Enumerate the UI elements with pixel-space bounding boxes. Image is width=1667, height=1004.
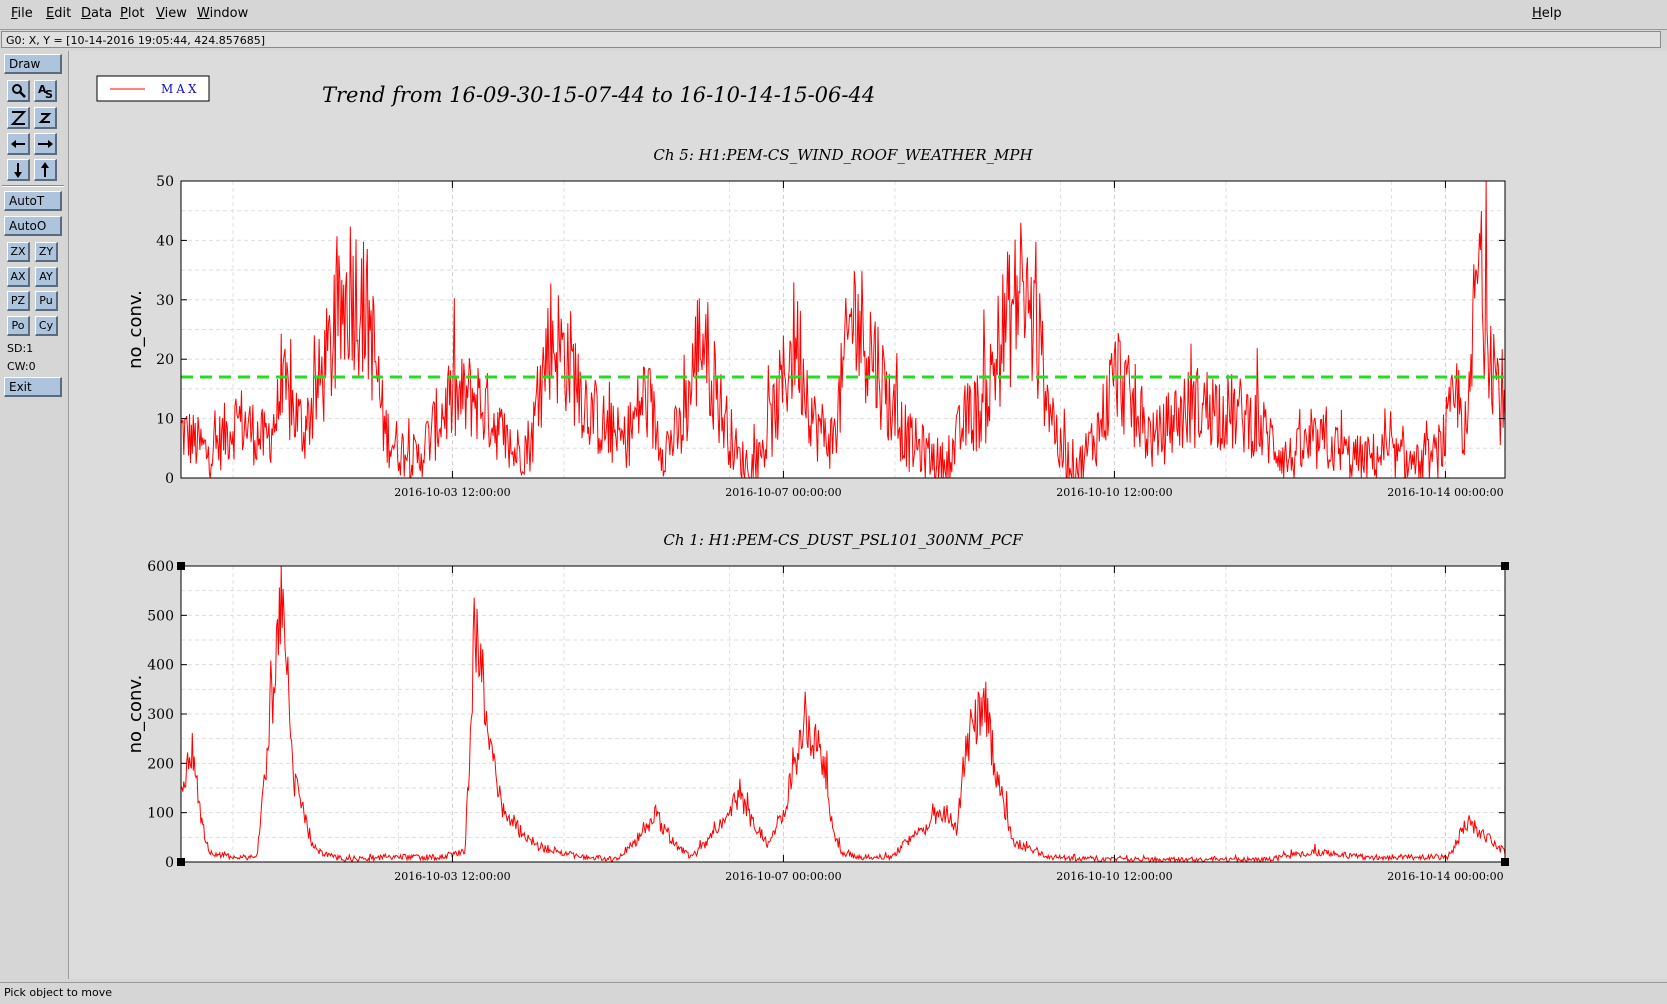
y-tick-label: 200 (147, 756, 174, 772)
sd-readout: SD:1 (7, 342, 34, 355)
plot-area[interactable]: MAX Trend from 16-09-30-15-07-44 to 16-1… (69, 51, 1667, 979)
draw-button[interactable]: Draw (4, 54, 62, 74)
y-tick-label: 0 (165, 471, 174, 487)
ay-button[interactable]: AY (35, 267, 58, 287)
y-tick-label: 10 (156, 412, 174, 428)
x-tick-label: 2016-10-14 00:00:00 (1387, 486, 1503, 499)
x-tick-label: 2016-10-07 00:00:00 (725, 870, 841, 883)
autot-button[interactable]: AutoT (4, 191, 62, 211)
menu-plot[interactable]: Plot (120, 6, 145, 21)
cy-button[interactable]: Cy (35, 316, 58, 336)
x-tick-label: 2016-10-03 12:00:00 (394, 486, 510, 499)
selection-handle[interactable] (177, 562, 185, 570)
legend[interactable]: MAX (96, 75, 210, 102)
y-tick-label: 500 (147, 608, 174, 624)
arrow-down-icon[interactable] (7, 159, 30, 181)
x-tick-label: 2016-10-10 12:00:00 (1056, 870, 1172, 883)
legend-label: MAX (161, 82, 200, 96)
cw-readout: CW:0 (7, 360, 36, 373)
y-axis-label: no_conv. (125, 675, 146, 754)
chart-title: Ch 1: H1:PEM-CS_DUST_PSL101_300NM_PCF (663, 531, 1023, 549)
autoo-button[interactable]: AutoO (4, 216, 62, 236)
menu-view[interactable]: View (156, 6, 187, 21)
tool-panel: Draw AS AutoT AutoO ZX ZY AX AY PZ Pu Po… (0, 51, 69, 979)
zy-button[interactable]: ZY (35, 242, 58, 262)
zoom-icon[interactable] (7, 80, 30, 102)
pz-button[interactable]: PZ (7, 291, 30, 311)
status-bar: Pick object to move (0, 982, 1667, 1004)
selection-handle[interactable] (1501, 562, 1509, 570)
x-tick-label: 2016-10-14 00:00:00 (1387, 870, 1503, 883)
zoom-in-icon[interactable] (7, 107, 30, 129)
text-icon[interactable]: AS (34, 80, 57, 102)
y-tick-label: 300 (147, 707, 174, 723)
exit-button[interactable]: Exit (4, 377, 62, 397)
y-tick-label: 20 (156, 352, 174, 368)
y-tick-label: 100 (147, 806, 174, 822)
selection-handle[interactable] (177, 858, 185, 866)
selection-handle[interactable] (1501, 858, 1509, 866)
y-axis-label: no_conv. (125, 290, 146, 369)
x-tick-label: 2016-10-07 00:00:00 (725, 486, 841, 499)
page-title: Trend from 16-09-30-15-07-44 to 16-10-14… (322, 83, 875, 107)
y-tick-label: 400 (147, 658, 174, 674)
po-button[interactable]: Po (7, 316, 30, 336)
y-tick-label: 50 (156, 174, 174, 190)
charts-layer: 0 10 20 30 40 50 2016-10-03 12:00:00 2016-10-07… (125, 146, 1509, 883)
y-tick-label: 30 (156, 293, 174, 309)
zx-button[interactable]: ZX (7, 242, 30, 262)
arrow-up-icon[interactable] (34, 159, 57, 181)
y-tick-label: 40 (156, 233, 174, 249)
ax-button[interactable]: AX (7, 267, 30, 287)
y-tick-label: 600 (147, 559, 174, 575)
arrow-right-icon[interactable] (34, 133, 57, 155)
chart-1[interactable]: 0 10 20 30 40 50 2016-10-03 12:00:00 2016-10-07… (125, 146, 1506, 499)
svg-text:S: S (45, 88, 53, 101)
chart-title: Ch 5: H1:PEM-CS_WIND_ROOF_WEATHER_MPH (653, 146, 1033, 164)
y-tick-label: 0 (165, 855, 174, 871)
arrow-left-icon[interactable] (7, 133, 30, 155)
zoom-out-icon[interactable] (34, 107, 57, 129)
menu-data[interactable]: Data (81, 6, 112, 21)
x-tick-label: 2016-10-10 12:00:00 (1056, 486, 1172, 499)
plot-canvas[interactable]: MAX Trend from 16-09-30-15-07-44 to 16-1… (69, 51, 1667, 979)
chart-2[interactable]: 0 100 200 300 400 500 600 2016-10-03 12:00:00 20… (125, 531, 1509, 883)
menu-bar: File Edit Data Plot View Window Help (0, 0, 1667, 30)
menu-window[interactable]: Window (197, 6, 248, 21)
coordinate-readout: G0: X, Y = [10-14-2016 19:05:44, 424.857… (1, 31, 1661, 48)
menu-file[interactable]: File (11, 6, 33, 21)
menu-edit[interactable]: Edit (46, 6, 71, 21)
menu-help[interactable]: Help (1532, 6, 1562, 21)
x-tick-label: 2016-10-03 12:00:00 (394, 870, 510, 883)
toolbar-divider (2, 185, 64, 187)
pu-button[interactable]: Pu (35, 291, 58, 311)
